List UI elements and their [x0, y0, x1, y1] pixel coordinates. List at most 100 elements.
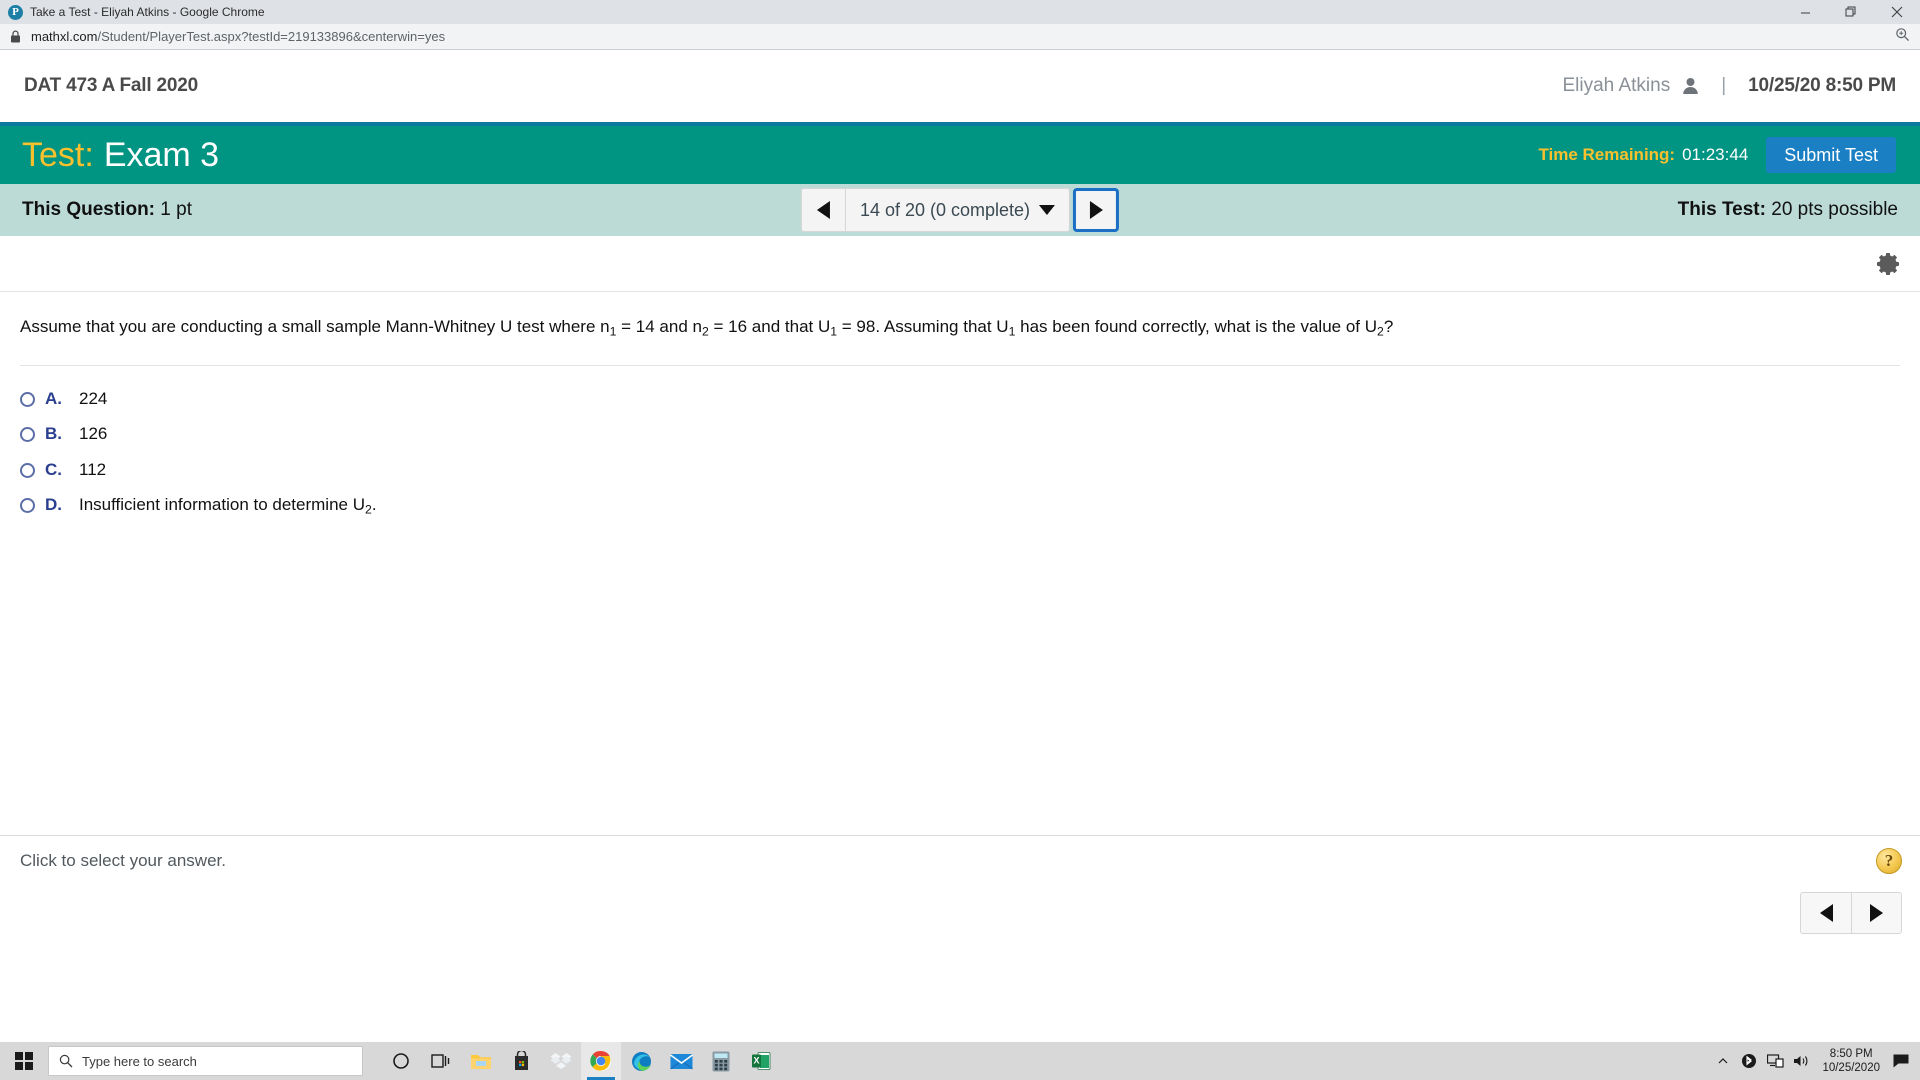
url-text[interactable]: mathxl.com/Student/PlayerTest.aspx?testI…: [31, 29, 445, 44]
answer-letter-a: A.: [45, 389, 79, 409]
svg-text:X: X: [753, 1056, 759, 1066]
minimize-icon[interactable]: [1782, 0, 1828, 24]
header-divider: |: [1721, 75, 1726, 97]
mail-icon[interactable]: [661, 1042, 701, 1080]
this-test-value: 20 pts possible: [1771, 199, 1898, 220]
browser-titlebar: P Take a Test - Eliyah Atkins - Google C…: [0, 0, 1920, 24]
this-test-label: This Test:: [1678, 199, 1766, 220]
question-body: Assume that you are conducting a small s…: [0, 292, 1920, 523]
radio-button-b[interactable]: [20, 427, 35, 442]
answer-text-c-main: 112: [79, 460, 106, 479]
test-bar: Test: Exam 3 Time Remaining: 01:23:44 Su…: [0, 122, 1920, 184]
radio-button-d[interactable]: [20, 498, 35, 513]
radio-button-c[interactable]: [20, 463, 35, 478]
system-tray: 8:50 PM 10/25/2020: [1710, 1042, 1920, 1080]
test-title: Test: Exam 3: [22, 138, 219, 172]
answer-tail-d: .: [372, 495, 377, 514]
time-remaining-value: 01:23:44: [1682, 145, 1748, 165]
search-icon: [59, 1054, 73, 1068]
answer-text-a-main: 224: [79, 389, 107, 408]
task-view-icon[interactable]: [421, 1042, 461, 1080]
answer-text-b: 126: [79, 424, 107, 445]
cortana-icon[interactable]: [381, 1042, 421, 1080]
answer-sub-d: 2: [365, 502, 372, 516]
maximize-icon[interactable]: [1828, 0, 1874, 24]
answer-option-d[interactable]: D. Insufficient information to determine…: [20, 488, 377, 523]
user-name[interactable]: Eliyah Atkins: [1562, 75, 1670, 97]
answer-text-c: 112: [79, 460, 106, 481]
answer-option-a[interactable]: A. 224: [20, 382, 107, 417]
test-title-value: Exam 3: [104, 138, 219, 172]
chevron-up-icon[interactable]: [1710, 1042, 1736, 1080]
calculator-icon[interactable]: [701, 1042, 741, 1080]
triangle-right-icon: [1090, 201, 1103, 219]
course-title: DAT 473 A Fall 2020: [24, 75, 198, 97]
taskbar-search-input[interactable]: Type here to search: [48, 1046, 363, 1076]
close-icon[interactable]: [1874, 0, 1920, 24]
excel-icon[interactable]: X: [741, 1042, 781, 1080]
window-controls: [1782, 0, 1920, 24]
question-toolbar: [0, 236, 1920, 292]
microsoft-edge-icon[interactable]: [621, 1042, 661, 1080]
triangle-left-icon: [817, 201, 830, 219]
radio-button-a[interactable]: [20, 392, 35, 407]
help-icon[interactable]: ?: [1876, 848, 1902, 874]
question-sub-2: 2: [702, 324, 709, 338]
question-part-1: Assume that you are conducting a small s…: [20, 317, 610, 336]
this-test-points: This Test: 20 pts possible: [1678, 199, 1898, 221]
answer-option-c[interactable]: C. 112: [20, 453, 106, 488]
dropbox-icon[interactable]: [541, 1042, 581, 1080]
pearson-favicon: P: [8, 5, 23, 20]
taskbar-icons: X: [381, 1042, 781, 1080]
question-part-4: = 98. Assuming that U: [837, 317, 1009, 336]
gear-icon[interactable]: [1876, 251, 1902, 277]
next-question-button[interactable]: [1073, 188, 1119, 232]
start-button-icon[interactable]: [0, 1042, 48, 1080]
question-sub-5: 2: [1377, 324, 1384, 338]
this-question-points: This Question: 1 pt: [22, 199, 192, 221]
content-spacer: [0, 523, 1920, 835]
zoom-search-icon[interactable]: [1895, 27, 1910, 47]
chevron-down-icon: [1039, 205, 1055, 215]
question-counter-text: 14 of 20 (0 complete): [860, 200, 1030, 221]
answer-hint-text: Click to select your answer.: [20, 851, 226, 871]
answer-letter-d: D.: [45, 495, 79, 515]
omnibar-actions: [1895, 24, 1910, 50]
header-datetime: 10/25/20 8:50 PM: [1748, 75, 1896, 97]
windows-taskbar: Type here to search: [0, 1042, 1920, 1080]
this-question-value: 1 pt: [160, 199, 192, 220]
network-icon[interactable]: [1762, 1042, 1788, 1080]
question-text: Assume that you are conducting a small s…: [20, 292, 1900, 366]
microsoft-store-icon[interactable]: [501, 1042, 541, 1080]
triangle-left-icon: [1820, 904, 1833, 922]
volume-icon[interactable]: [1788, 1042, 1814, 1080]
answer-text-d-main: Insufficient information to determine U: [79, 495, 365, 514]
footer-next-button[interactable]: [1851, 893, 1901, 933]
user-avatar-icon[interactable]: [1682, 77, 1699, 95]
browser-address-bar[interactable]: mathxl.com/Student/PlayerTest.aspx?testI…: [0, 24, 1920, 50]
file-explorer-icon[interactable]: [461, 1042, 501, 1080]
notifications-icon[interactable]: [1888, 1042, 1914, 1080]
answer-text-d: Insufficient information to determine U2…: [79, 495, 377, 516]
question-part-2: = 14 and n: [616, 317, 702, 336]
answer-option-b[interactable]: B. 126: [20, 417, 107, 452]
browser-tab-title[interactable]: Take a Test - Eliyah Atkins - Google Chr…: [30, 5, 265, 19]
question-counter-dropdown[interactable]: 14 of 20 (0 complete): [846, 200, 1069, 221]
question-part-5: has been found correctly, what is the va…: [1015, 317, 1377, 336]
question-nav-bar: This Question: 1 pt 14 of 20 (0 complete…: [0, 184, 1920, 236]
question-stepper: 14 of 20 (0 complete): [801, 188, 1119, 232]
url-path: /Student/PlayerTest.aspx?testId=21913389…: [97, 29, 445, 44]
search-placeholder-text: Type here to search: [82, 1054, 197, 1069]
lock-icon: [10, 30, 21, 43]
answer-choices: A. 224 B. 126 C. 112 D. Insufficient inf…: [20, 366, 1900, 524]
clock-time: 8:50 PM: [1830, 1047, 1873, 1061]
taskbar-clock[interactable]: 8:50 PM 10/25/2020: [1814, 1047, 1888, 1076]
course-header: DAT 473 A Fall 2020 Eliyah Atkins | 10/2…: [0, 50, 1920, 122]
answer-letter-c: C.: [45, 460, 79, 480]
submit-test-button[interactable]: Submit Test: [1766, 137, 1896, 173]
footer-navigation: [1800, 892, 1902, 934]
google-chrome-icon[interactable]: [581, 1042, 621, 1080]
footer-previous-button[interactable]: [1801, 893, 1851, 933]
previous-question-button[interactable]: [802, 189, 846, 231]
bluetooth-icon[interactable]: [1736, 1042, 1762, 1080]
